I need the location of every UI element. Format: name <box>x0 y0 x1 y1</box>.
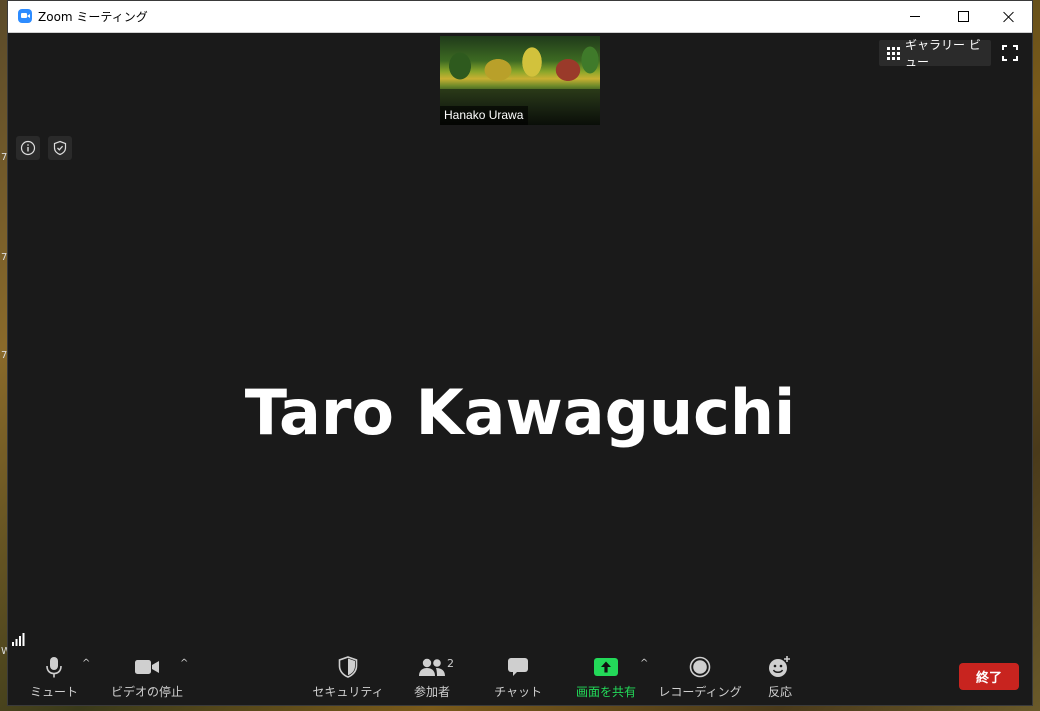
record-label: レコーディング <box>658 685 742 699</box>
audio-options-caret[interactable]: ^ <box>82 658 90 669</box>
close-icon <box>1003 11 1015 23</box>
participants-count: 2 <box>447 657 454 670</box>
share-screen-icon <box>594 658 618 676</box>
fullscreen-button[interactable] <box>1002 45 1018 61</box>
security-button[interactable]: セキュリティ <box>312 650 384 707</box>
video-options-caret[interactable]: ^ <box>180 658 188 669</box>
gallery-view-button[interactable]: ギャラリー ビュー <box>879 38 991 69</box>
maximize-icon <box>957 11 969 22</box>
share-screen-button[interactable]: 画面を共有 <box>574 650 638 707</box>
participant-thumbnail[interactable]: Hanako Urawa <box>440 36 600 125</box>
stop-video-label: ビデオの停止 <box>110 685 183 699</box>
chat-button[interactable]: チャット <box>494 650 542 707</box>
chat-label: チャット <box>494 685 542 699</box>
title-bar: Zoom ミーティング <box>8 1 1032 33</box>
grid-icon <box>887 46 900 60</box>
participants-icon <box>419 658 445 676</box>
reactions-button[interactable]: 反応 <box>760 650 800 707</box>
security-shield-icon <box>338 656 358 678</box>
meeting-toolbar: ミュート ^ ビデオの停止 ^ セキュリティ 参加者 2 チャット 画面を共有 … <box>8 650 1032 707</box>
gallery-view-label: ギャラリー ビュー <box>905 38 981 69</box>
stop-video-button[interactable]: ビデオの停止 <box>109 650 185 707</box>
minimize-icon <box>910 16 920 17</box>
thumbnail-video-image <box>440 36 600 90</box>
end-meeting-button[interactable]: 終了 <box>959 663 1019 690</box>
reaction-icon <box>769 656 790 677</box>
microphone-icon <box>46 657 62 678</box>
zoom-app-icon <box>18 9 32 23</box>
share-options-caret[interactable]: ^ <box>640 658 648 669</box>
signal-icon <box>12 633 25 646</box>
participants-label: 参加者 <box>413 685 450 699</box>
share-screen-label: 画面を共有 <box>575 685 636 699</box>
security-label: セキュリティ <box>312 685 384 699</box>
thumbnail-participant-name: Hanako Urawa <box>440 106 529 125</box>
meeting-info-button[interactable] <box>16 136 40 160</box>
mute-button[interactable]: ミュート <box>30 650 79 707</box>
minimize-button[interactable] <box>892 1 938 32</box>
info-icon <box>20 140 36 156</box>
record-button[interactable]: レコーディング <box>658 650 742 707</box>
zoom-meeting-window: Zoom ミーティング Hanako Urawa ギャラリー ビュー Taro … <box>7 0 1033 706</box>
maximize-button[interactable] <box>940 1 986 32</box>
window-title: Zoom ミーティング <box>38 10 148 24</box>
video-camera-icon <box>135 660 159 674</box>
active-speaker-name: Taro Kawaguchi <box>244 376 796 449</box>
encryption-shield-button[interactable] <box>48 136 72 160</box>
record-icon <box>689 656 711 678</box>
close-button[interactable] <box>986 1 1032 32</box>
chat-icon <box>508 658 528 676</box>
fullscreen-icon <box>1002 45 1018 61</box>
mute-label: ミュート <box>30 685 79 699</box>
shield-icon <box>53 140 67 156</box>
reactions-label: 反応 <box>767 685 792 699</box>
